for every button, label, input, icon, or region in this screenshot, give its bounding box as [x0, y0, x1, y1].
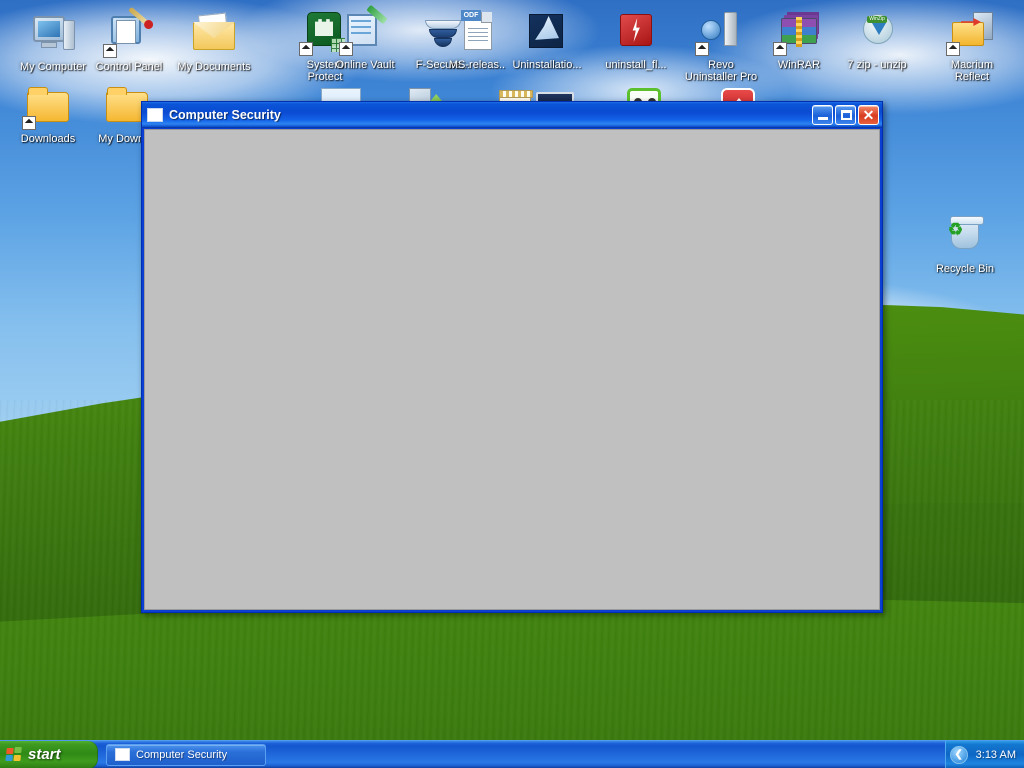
- desktop-icon-online-vault[interactable]: Online Vault: [328, 4, 402, 71]
- desktop-icon-label: Recycle Bin: [935, 263, 995, 275]
- desktop-icon-label: My Computer: [19, 61, 87, 73]
- window-title: Computer Security: [169, 107, 281, 122]
- control-panel-icon: [103, 6, 153, 58]
- shortcut-arrow-icon: [339, 42, 353, 56]
- system-tray[interactable]: ❮ 3:13 AM: [944, 740, 1024, 768]
- desktop-icon-label: WinRAR: [777, 59, 821, 71]
- 7zip-icon: WinZip: [853, 8, 901, 56]
- shortcut-arrow-icon: [695, 42, 709, 56]
- recycle-bin-icon: ♻: [941, 212, 989, 260]
- taskbar-button-computer-security[interactable]: Computer Security: [106, 743, 266, 766]
- window-controls: ✕: [812, 104, 879, 125]
- desktop-icon-label: My Documents: [177, 61, 251, 73]
- window-titlebar[interactable]: Computer Security ✕: [142, 102, 882, 128]
- close-icon: ✕: [862, 106, 875, 123]
- start-button[interactable]: start: [0, 740, 98, 768]
- desktop-icon-winrar[interactable]: WinRAR: [760, 8, 838, 71]
- revo-icon: [695, 8, 745, 56]
- desktop-icon-macrium-reflect[interactable]: Macrium Reflect: [933, 8, 1011, 83]
- desktop-icon-label: MS-releas..: [448, 59, 506, 71]
- winrar-icon: [773, 8, 823, 56]
- macrium-icon: [946, 8, 996, 56]
- taskbar[interactable]: start Computer Security ❮ 3:13 AM: [0, 740, 1024, 768]
- minimize-button[interactable]: [812, 104, 833, 125]
- maximize-icon: [841, 109, 852, 120]
- desktop-icon-label: Uninstallatio...: [512, 59, 582, 71]
- desktop-icon-label: uninstall_fl...: [605, 59, 667, 71]
- computer-security-window[interactable]: Computer Security ✕: [141, 101, 883, 613]
- desktop-icon-label: Macrium Reflect: [950, 59, 994, 83]
- desktop-icon-uninstall-flash[interactable]: uninstall_fl...: [597, 8, 675, 71]
- odf-document-icon: ODF: [453, 8, 501, 56]
- desktop-icon-uninstallation[interactable]: Uninstallatio...: [505, 8, 589, 71]
- documents-folder-icon: [190, 10, 238, 58]
- shortcut-arrow-icon: [773, 42, 787, 56]
- maximize-button[interactable]: [835, 104, 856, 125]
- desktop-icon-my-computer[interactable]: My Computer: [14, 10, 92, 73]
- tray-clock[interactable]: 3:13 AM: [976, 749, 1016, 761]
- desktop-icon-control-panel[interactable]: Control Panel: [90, 6, 168, 73]
- dark-blue-app-icon: [523, 8, 571, 56]
- taskbar-buttons: Computer Security: [98, 743, 945, 766]
- desktop-icon-label: Online Vault: [335, 59, 395, 71]
- desktop-icon-revo-uninstaller[interactable]: Revo Uninstaller Pro: [682, 8, 760, 83]
- close-button[interactable]: ✕: [858, 104, 879, 125]
- desktop-icon-ms-release[interactable]: ODF MS-releas..: [440, 8, 514, 71]
- shortcut-arrow-icon: [299, 42, 313, 56]
- blank-document-icon: [147, 107, 163, 122]
- desktop-icon-downloads[interactable]: Downloads: [9, 82, 87, 145]
- windows-flag-icon: [5, 746, 24, 763]
- desktop-icon-label: Downloads: [20, 133, 76, 145]
- shortcut-arrow-icon: [22, 116, 36, 130]
- shortcut-arrow-icon: [103, 44, 117, 58]
- desktop-icon-recycle-bin[interactable]: ♻ Recycle Bin: [926, 212, 1004, 275]
- computer-icon: [29, 10, 77, 58]
- desktop-icon-my-documents[interactable]: My Documents: [175, 10, 253, 73]
- window-client-area[interactable]: [144, 129, 880, 610]
- folder-icon: [22, 82, 72, 130]
- tray-expand-icon[interactable]: ❮: [949, 745, 968, 764]
- blank-document-icon: [115, 748, 130, 761]
- notepad-pencil-icon: [339, 4, 389, 56]
- taskbar-button-label: Computer Security: [136, 748, 228, 761]
- desktop-icon-7zip[interactable]: WinZip 7 zip - unzip: [838, 8, 916, 71]
- shortcut-arrow-icon: [946, 42, 960, 56]
- start-button-label: start: [28, 746, 61, 763]
- desktop-icon-label: 7 zip - unzip: [847, 59, 907, 71]
- red-flash-icon: [612, 8, 660, 56]
- desktop-icon-label: Control Panel: [95, 61, 163, 73]
- minimize-icon: [818, 116, 828, 120]
